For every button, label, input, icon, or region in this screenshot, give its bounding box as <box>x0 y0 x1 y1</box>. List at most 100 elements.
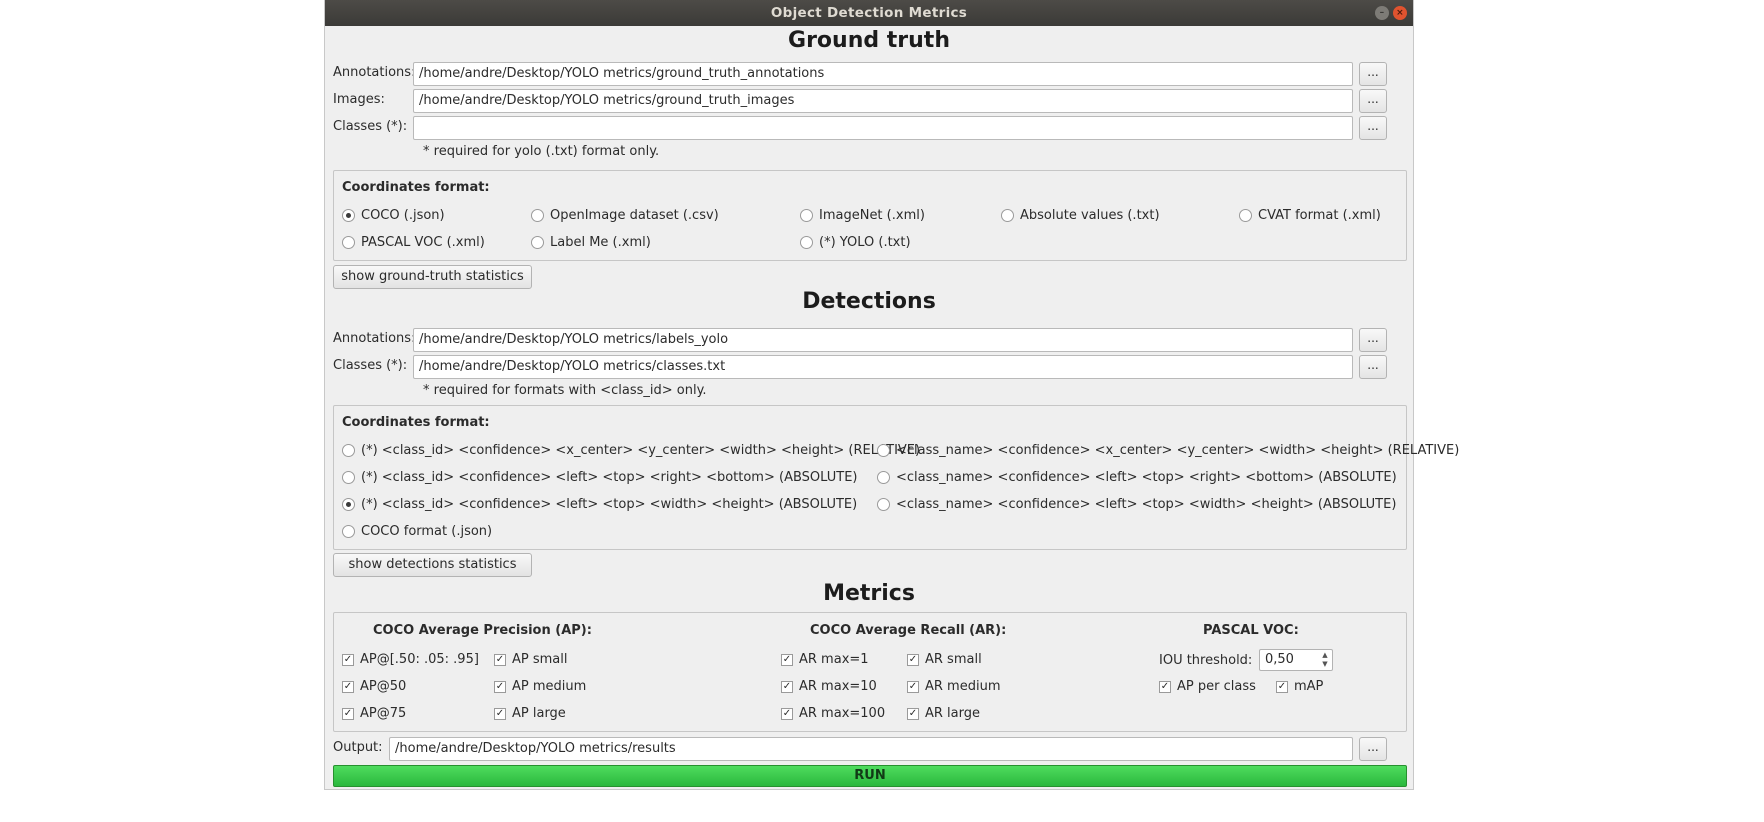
map-checkbox[interactable]: ✓ mAP <box>1276 679 1323 694</box>
show-detections-statistics-button[interactable]: show detections statistics <box>333 553 532 577</box>
det-format-classid-ltwh-radio[interactable]: (*) <class_id> <confidence> <left> <top>… <box>342 497 857 512</box>
gt-images-label: Images: <box>333 92 385 107</box>
radio-label: Absolute values (.txt) <box>1020 208 1160 223</box>
spin-down-icon[interactable]: ▼ <box>1320 660 1330 669</box>
ar-max10-checkbox[interactable]: ✓ AR max=10 <box>781 679 877 694</box>
coco-ap-header: COCO Average Precision (AP): <box>373 623 592 638</box>
gt-classes-field[interactable] <box>413 116 1353 140</box>
gt-format-coco-radio[interactable]: COCO (.json) <box>342 208 445 223</box>
main-window: Object Detection Metrics – × Ground trut… <box>324 0 1459 790</box>
ar-medium-checkbox[interactable]: ✓ AR medium <box>907 679 1001 694</box>
gt-classes-label: Classes (*): <box>333 119 408 134</box>
title-bar[interactable]: Object Detection Metrics – × <box>325 0 1413 26</box>
checkbox-label: AR max=10 <box>799 679 877 694</box>
det-format-classname-ltwh-radio[interactable]: <class_name> <confidence> <left> <top> <… <box>877 497 1396 512</box>
radio-icon <box>531 209 544 222</box>
gt-note: * required for yolo (.txt) format only. <box>423 144 660 159</box>
checkmark-icon: ✓ <box>342 707 354 720</box>
minimize-button[interactable]: – <box>1375 6 1389 20</box>
radio-label: CVAT format (.xml) <box>1258 208 1381 223</box>
checkbox-label: AR small <box>925 652 982 667</box>
gt-format-yolo-radio[interactable]: (*) YOLO (.txt) <box>800 235 911 250</box>
iou-threshold-label: IOU threshold: <box>1159 653 1253 668</box>
output-browse-button[interactable]: ... <box>1359 737 1387 761</box>
gt-format-pascal-voc-radio[interactable]: PASCAL VOC (.xml) <box>342 235 485 250</box>
det-coordinates-format-group: Coordinates format: (*) <class_id> <conf… <box>333 405 1459 550</box>
radio-label: OpenImage dataset (.csv) <box>550 208 719 223</box>
radio-label: Label Me (.xml) <box>550 235 651 250</box>
checkmark-icon: ✓ <box>342 653 354 666</box>
gt-coordinates-format-group: Coordinates format: COCO (.json) OpenIma… <box>333 170 1407 261</box>
radio-icon <box>531 236 544 249</box>
close-button[interactable]: × <box>1393 6 1407 20</box>
radio-icon <box>800 209 813 222</box>
ap-50-checkbox[interactable]: ✓ AP@50 <box>342 679 406 694</box>
gt-format-imagenet-radio[interactable]: ImageNet (.xml) <box>800 208 925 223</box>
gt-classes-browse-button[interactable]: ... <box>1359 116 1387 140</box>
output-field[interactable]: /home/andre/Desktop/YOLO metrics/results <box>389 737 1353 761</box>
ar-max100-checkbox[interactable]: ✓ AR max=100 <box>781 706 885 721</box>
gt-images-field[interactable]: /home/andre/Desktop/YOLO metrics/ground_… <box>413 89 1353 113</box>
checkbox-label: mAP <box>1294 679 1324 694</box>
radio-icon <box>1239 209 1252 222</box>
detections-title: Detections <box>802 289 936 314</box>
radio-icon <box>1001 209 1014 222</box>
ap-large-checkbox[interactable]: ✓ AP large <box>494 706 566 721</box>
ar-small-checkbox[interactable]: ✓ AR small <box>907 652 982 667</box>
det-classes-field[interactable]: /home/andre/Desktop/YOLO metrics/classes… <box>413 355 1353 379</box>
show-ground-truth-statistics-button[interactable]: show ground-truth statistics <box>333 265 532 289</box>
run-button[interactable]: RUN <box>333 765 1407 787</box>
checkmark-icon: ✓ <box>781 680 793 693</box>
det-annotations-browse-button[interactable]: ... <box>1359 328 1387 352</box>
gt-format-labelme-radio[interactable]: Label Me (.xml) <box>531 235 651 250</box>
ar-large-checkbox[interactable]: ✓ AR large <box>907 706 980 721</box>
gt-annotations-field[interactable]: /home/andre/Desktop/YOLO metrics/ground_… <box>413 62 1353 86</box>
checkmark-icon: ✓ <box>342 680 354 693</box>
coco-ar-header: COCO Average Recall (AR): <box>810 623 1007 638</box>
radio-icon <box>342 471 355 484</box>
checkbox-label: AP@[.50: .05: .95] <box>360 652 479 667</box>
ar-max1-checkbox[interactable]: ✓ AR max=1 <box>781 652 869 667</box>
gt-annotations-label: Annotations: <box>333 65 416 80</box>
iou-threshold-value: 0,50 <box>1265 652 1294 667</box>
det-format-classname-relative-radio[interactable]: <class_name> <confidence> <x_center> <y_… <box>877 443 1459 458</box>
gt-format-cvat-radio[interactable]: CVAT format (.xml) <box>1239 208 1381 223</box>
radio-label: <class_name> <confidence> <left> <top> <… <box>896 497 1397 512</box>
checkbox-label: AR large <box>925 706 981 721</box>
det-format-classid-ltrb-radio[interactable]: (*) <class_id> <confidence> <left> <top>… <box>342 470 857 485</box>
radio-label: (*) <class_id> <confidence> <left> <top>… <box>361 470 858 485</box>
ap-per-class-checkbox[interactable]: ✓ AP per class <box>1159 679 1256 694</box>
gt-format-absolute-radio[interactable]: Absolute values (.txt) <box>1001 208 1160 223</box>
gt-format-title: Coordinates format: <box>342 180 490 195</box>
det-annotations-field[interactable]: /home/andre/Desktop/YOLO metrics/labels_… <box>413 328 1353 352</box>
metrics-title: Metrics <box>823 581 915 606</box>
output-label: Output: <box>333 740 383 755</box>
radio-label: (*) <class_id> <confidence> <x_center> <… <box>361 443 921 458</box>
radio-icon <box>877 498 890 511</box>
det-format-coco-radio[interactable]: COCO format (.json) <box>342 524 492 539</box>
gt-annotations-browse-button[interactable]: ... <box>1359 62 1387 86</box>
checkbox-label: AR medium <box>925 679 1001 694</box>
iou-threshold-spinbox[interactable]: 0,50 ▲ ▼ <box>1259 649 1333 671</box>
radio-label: (*) YOLO (.txt) <box>819 235 911 250</box>
pascal-voc-header: PASCAL VOC: <box>1203 623 1299 638</box>
det-classes-browse-button[interactable]: ... <box>1359 355 1387 379</box>
checkmark-icon: ✓ <box>1276 680 1288 693</box>
radio-label: <class_name> <confidence> <left> <top> <… <box>896 470 1397 485</box>
det-note: * required for formats with <class_id> o… <box>423 383 707 398</box>
det-format-classname-ltrb-radio[interactable]: <class_name> <confidence> <left> <top> <… <box>877 470 1397 485</box>
radio-selected-icon <box>342 209 355 222</box>
ap-75-checkbox[interactable]: ✓ AP@75 <box>342 706 406 721</box>
ap-medium-checkbox[interactable]: ✓ AP medium <box>494 679 586 694</box>
window-title: Object Detection Metrics <box>770 5 968 21</box>
ap-small-checkbox[interactable]: ✓ AP small <box>494 652 568 667</box>
checkmark-icon: ✓ <box>907 707 919 720</box>
checkmark-icon: ✓ <box>781 707 793 720</box>
ap-50-95-checkbox[interactable]: ✓ AP@[.50: .05: .95] <box>342 652 479 667</box>
gt-format-openimage-radio[interactable]: OpenImage dataset (.csv) <box>531 208 719 223</box>
det-format-classid-relative-radio[interactable]: (*) <class_id> <confidence> <x_center> <… <box>342 443 920 458</box>
det-annotations-label: Annotations: <box>333 331 416 346</box>
spin-up-icon[interactable]: ▲ <box>1320 651 1330 660</box>
gt-images-browse-button[interactable]: ... <box>1359 89 1387 113</box>
radio-selected-icon <box>342 498 355 511</box>
